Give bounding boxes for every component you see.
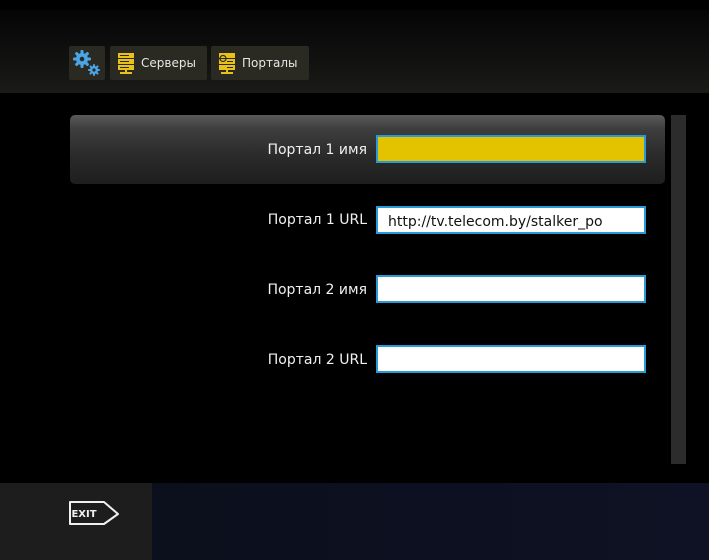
- exit-button[interactable]: EXIT: [68, 498, 120, 526]
- servers-label: Серверы: [141, 56, 196, 70]
- portal1-name-input[interactable]: [376, 135, 646, 163]
- portal1-url-input[interactable]: http://tv.telecom.by/stalker_po: [376, 206, 646, 234]
- portal2-url-input[interactable]: [376, 345, 646, 373]
- server-icon: [118, 53, 134, 74]
- settings-breadcrumb[interactable]: [69, 46, 105, 80]
- portals-breadcrumb[interactable]: Порталы: [211, 46, 309, 80]
- header: [0, 10, 709, 93]
- servers-breadcrumb[interactable]: Серверы: [110, 46, 207, 80]
- portals-label: Порталы: [242, 56, 298, 70]
- scrollbar[interactable]: [671, 115, 686, 464]
- portal2-url-label: Портал 2 URL: [267, 352, 367, 368]
- exit-key-icon: EXIT: [69, 501, 119, 525]
- portal-server-icon: [219, 53, 235, 74]
- portal1-name-label: Портал 1 имя: [267, 142, 367, 158]
- portal2-name-input[interactable]: [376, 275, 646, 303]
- screen: Серверы Порталы Портал 1 имя Портал 1 UR…: [0, 0, 709, 560]
- gear-icon: [73, 50, 100, 76]
- exit-label: EXIT: [71, 509, 96, 520]
- portal2-name-label: Портал 2 имя: [267, 282, 367, 298]
- portal1-url-label: Портал 1 URL: [267, 212, 367, 228]
